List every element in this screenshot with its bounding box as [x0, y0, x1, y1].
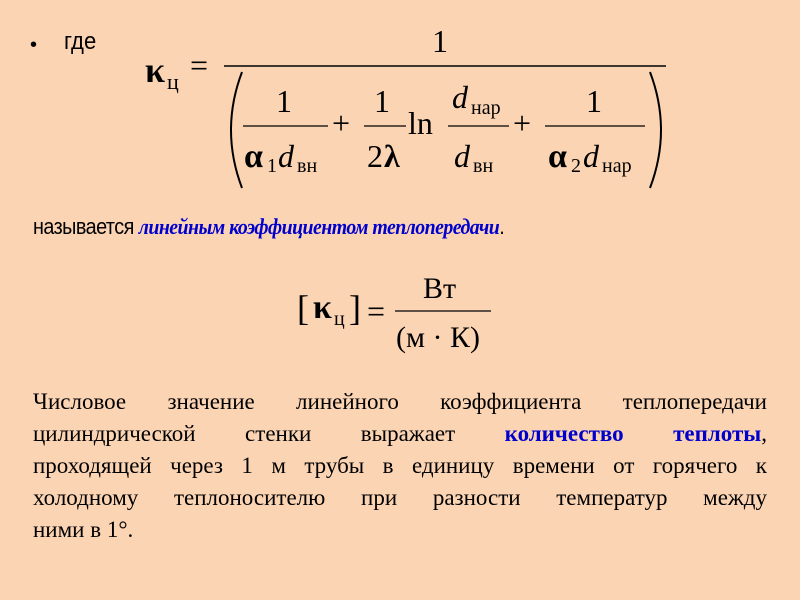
left-paren — [230, 71, 243, 189]
units-numerator: Вт — [423, 272, 456, 305]
definition-term: линейным коэффициентом теплопередачи — [138, 214, 500, 239]
ratio-den-d: d — [454, 138, 471, 174]
paragraph-text: цилиндрической стенки выражает — [33, 421, 505, 446]
description-paragraph: Числовое значение линейного коэффициента… — [33, 386, 767, 546]
paragraph-line: проходящей через 1 м трубы в единицу вре… — [33, 453, 767, 478]
plus-sign: + — [332, 105, 350, 141]
term2-coef: 2 — [367, 138, 383, 174]
units-formula: [ κ ц ] = Вт (м · К) — [297, 272, 491, 354]
paragraph-line: цилиндрической стенки выражает количеств… — [33, 418, 767, 450]
definition-line: называется линейным коэффициентом теплоп… — [33, 214, 505, 240]
units-denominator: (м · К) — [396, 321, 480, 354]
kappa-subscript: ц — [334, 308, 345, 330]
definition-prefix: называется — [33, 214, 139, 239]
definition-suffix: . — [499, 214, 505, 239]
kappa-symbol: κ — [313, 289, 332, 326]
ln-operator: ln — [408, 105, 433, 141]
d-subscript: нар — [602, 155, 632, 177]
main-formula: κ ц = 1 1 α 1 d вн + 1 2 λ ln d нар d вн… — [145, 23, 666, 189]
plus-sign: + — [513, 105, 531, 141]
d-symbol: d — [278, 138, 295, 174]
equals-sign: = — [190, 47, 208, 83]
alpha-index: 2 — [571, 155, 581, 177]
kappa-subscript: ц — [167, 69, 179, 94]
main-numerator: 1 — [432, 23, 448, 59]
ratio-den-subscript: вн — [473, 155, 493, 177]
bracket-close: ] — [349, 288, 361, 328]
equals-sign: = — [367, 293, 385, 329]
term1-numerator: 1 — [276, 83, 292, 119]
term2-numerator: 1 — [374, 83, 390, 119]
ratio-num-d: d — [452, 79, 469, 115]
bullet-icon: • — [30, 34, 38, 56]
alpha-symbol: α — [548, 138, 567, 175]
d-subscript: вн — [297, 155, 317, 177]
bullet-text: где — [64, 28, 97, 55]
lambda-symbol: λ — [384, 138, 400, 174]
paragraph-line: Числовое значение линейного коэффициента… — [33, 389, 767, 414]
paragraph-text: , — [761, 421, 767, 446]
d-symbol: d — [583, 138, 600, 174]
alpha-symbol: α — [244, 138, 263, 175]
ratio-num-subscript: нар — [471, 97, 501, 119]
highlighted-term: количество теплоты — [504, 421, 762, 446]
term3-numerator: 1 — [586, 83, 602, 119]
paragraph-line: ними в 1°. — [33, 517, 134, 542]
alpha-index: 1 — [267, 155, 277, 177]
right-paren — [649, 71, 662, 189]
bracket-open: [ — [297, 288, 309, 328]
paragraph-line: холодному теплоносителю при разности тем… — [33, 485, 767, 510]
kappa-symbol: κ — [145, 50, 165, 90]
